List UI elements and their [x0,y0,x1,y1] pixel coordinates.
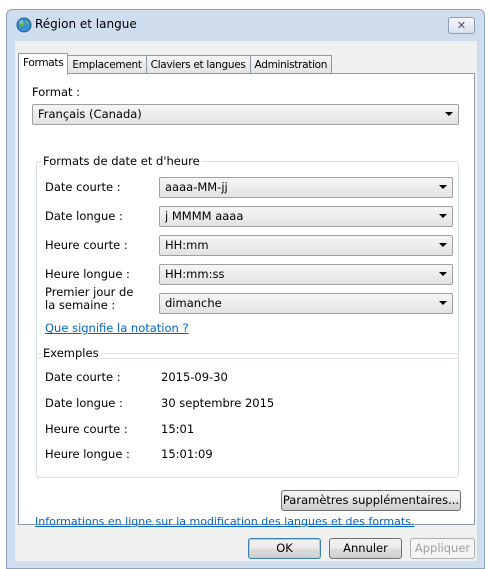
short-date-label: Date courte : [45,180,121,194]
long-time-value: HH:mm:ss [165,267,225,281]
example-long-time-label: Heure longue : [45,447,130,461]
window-title: Région et langue [35,17,137,31]
example-long-date-value: 30 septembre 2015 [161,396,275,410]
tab-strip: Formats Emplacement Claviers et langues … [18,53,333,75]
globe-icon [16,17,32,33]
tab-formats[interactable]: Formats [18,53,69,75]
notation-help-link[interactable]: Que signifie la notation ? [45,321,189,335]
region-language-dialog: Région et langue ✕ Formats Emplacement C… [6,9,485,569]
format-value: Français (Canada) [38,107,142,121]
long-date-label: Date longue : [45,209,123,223]
ok-button[interactable]: OK [248,538,321,559]
example-short-time-label: Heure courte : [45,422,128,436]
datetime-group-title: Formats de date et d'heure [41,154,202,168]
format-label: Format : [32,85,81,99]
online-info-link[interactable]: Informations en ligne sur la modificatio… [35,515,414,528]
close-button[interactable]: ✕ [448,17,475,34]
first-day-label-line2: la semaine : [45,298,116,312]
long-date-select[interactable]: j MMMM aaaa [159,206,453,227]
short-date-value: aaaa-MM-jj [165,180,228,194]
chevron-down-icon [445,112,453,116]
short-time-value: HH:mm [165,238,209,252]
long-time-label: Heure longue : [45,267,130,281]
short-time-label: Heure courte : [45,238,128,252]
cancel-button[interactable]: Annuler [329,538,402,559]
example-short-time-value: 15:01 [161,422,195,436]
example-short-date-value: 2015-09-30 [161,370,228,384]
long-time-select[interactable]: HH:mm:ss [159,264,453,285]
example-short-date-label: Date courte : [45,370,121,384]
example-long-time-value: 15:01:09 [161,447,213,461]
first-day-label: Premier jour de la semaine : [45,286,133,312]
chevron-down-icon [439,185,447,189]
format-select[interactable]: Français (Canada) [32,104,459,125]
close-icon: ✕ [456,19,467,32]
examples-group-title: Exemples [41,346,101,360]
first-day-select[interactable]: dimanche [159,293,453,314]
tab-emplacement[interactable]: Emplacement [67,55,147,74]
chevron-down-icon [439,272,447,276]
short-time-select[interactable]: HH:mm [159,235,453,256]
chevron-down-icon [439,243,447,247]
title-bar[interactable]: Région et langue ✕ [7,10,484,40]
long-date-value: j MMMM aaaa [165,209,244,223]
dialog-body: Formats Emplacement Claviers et langues … [15,41,477,561]
first-day-label-line1: Premier jour de [45,285,134,299]
chevron-down-icon [439,301,447,305]
chevron-down-icon [439,214,447,218]
tab-administration[interactable]: Administration [249,55,333,74]
additional-settings-button[interactable]: Paramètres supplémentaires... [281,490,461,511]
formats-panel: Format : Français (Canada) Formats de da… [18,73,475,528]
example-long-date-label: Date longue : [45,396,123,410]
first-day-value: dimanche [165,296,222,310]
short-date-select[interactable]: aaaa-MM-jj [159,177,453,198]
tab-claviers-et-langues[interactable]: Claviers et langues [145,55,251,74]
apply-button[interactable]: Appliquer [410,538,475,559]
